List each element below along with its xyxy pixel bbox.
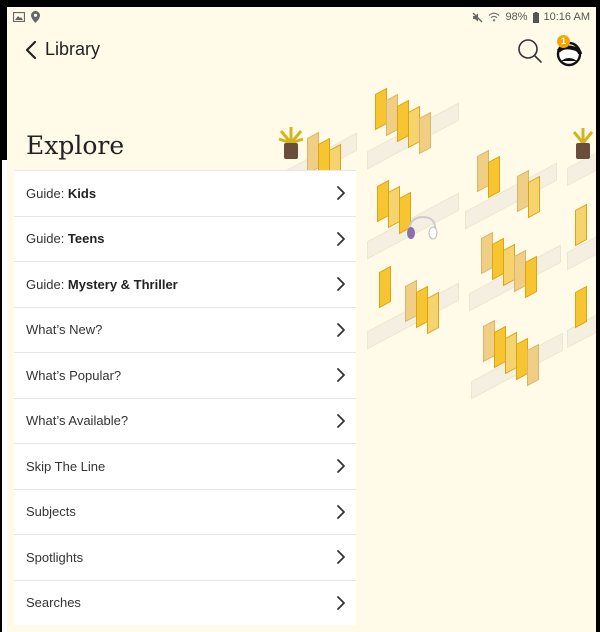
menu-item-whats-available[interactable]: What’s Available? bbox=[14, 397, 356, 443]
plant-icon-right bbox=[572, 128, 594, 159]
menu-item-label: Guide: Mystery & Thriller bbox=[26, 276, 178, 292]
device-frame-left-thin bbox=[0, 160, 2, 632]
page-title: Explore bbox=[26, 131, 125, 160]
menu-item-whats-new[interactable]: What’s New? bbox=[14, 306, 356, 352]
menu-item-label: Guide: Teens bbox=[26, 231, 105, 247]
device-frame-left bbox=[0, 0, 7, 160]
device-frame-top bbox=[0, 0, 600, 7]
menu-item-searches[interactable]: Searches bbox=[14, 579, 356, 625]
menu-item-label: What’s Popular? bbox=[26, 367, 122, 383]
chevron-right-icon bbox=[337, 322, 345, 337]
chevron-right-icon bbox=[337, 413, 345, 428]
menu-item-whats-popular[interactable]: What’s Popular? bbox=[14, 352, 356, 398]
menu-item-subjects[interactable]: Subjects bbox=[14, 488, 356, 534]
menu-item-label: Spotlights bbox=[26, 549, 84, 565]
chevron-right-icon bbox=[337, 550, 345, 565]
device-frame-right bbox=[596, 0, 600, 632]
menu-item-label: What’s Available? bbox=[26, 413, 129, 429]
chevron-right-icon bbox=[337, 368, 345, 383]
app-screen: 98% 10:16 AM Library 1 Explore Guide: Ki… bbox=[7, 7, 596, 632]
chevron-right-icon bbox=[337, 277, 345, 292]
menu-item-guide-kids[interactable]: Guide: Kids bbox=[14, 170, 356, 216]
menu-item-label: Skip The Line bbox=[26, 458, 106, 474]
chevron-right-icon bbox=[337, 504, 345, 519]
menu-item-guide-mystery-thriller[interactable]: Guide: Mystery & Thriller bbox=[14, 261, 356, 307]
chevron-right-icon bbox=[337, 231, 345, 246]
plant-icon bbox=[278, 127, 304, 159]
headphones-icon bbox=[407, 215, 438, 240]
explore-menu: Guide: Kids Guide: Teens Guide: Mystery & … bbox=[14, 170, 356, 625]
menu-item-skip-the-line[interactable]: Skip The Line bbox=[14, 443, 356, 489]
chevron-right-icon bbox=[337, 186, 345, 201]
chevron-right-icon bbox=[337, 459, 345, 474]
menu-item-spotlights[interactable]: Spotlights bbox=[14, 534, 356, 580]
menu-item-label: Subjects bbox=[26, 504, 76, 520]
menu-item-guide-teens[interactable]: Guide: Teens bbox=[14, 215, 356, 261]
menu-item-label: Guide: Kids bbox=[26, 185, 97, 201]
menu-item-label: Searches bbox=[26, 595, 81, 611]
chevron-right-icon bbox=[337, 595, 345, 610]
menu-item-label: What’s New? bbox=[26, 322, 103, 338]
